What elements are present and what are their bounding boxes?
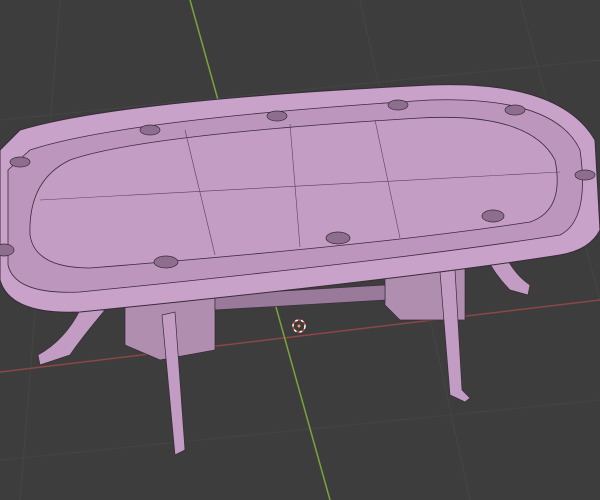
3d-cursor-icon[interactable] [292, 319, 306, 333]
3d-viewport[interactable] [0, 0, 600, 500]
viewport-canvas[interactable] [0, 0, 600, 500]
